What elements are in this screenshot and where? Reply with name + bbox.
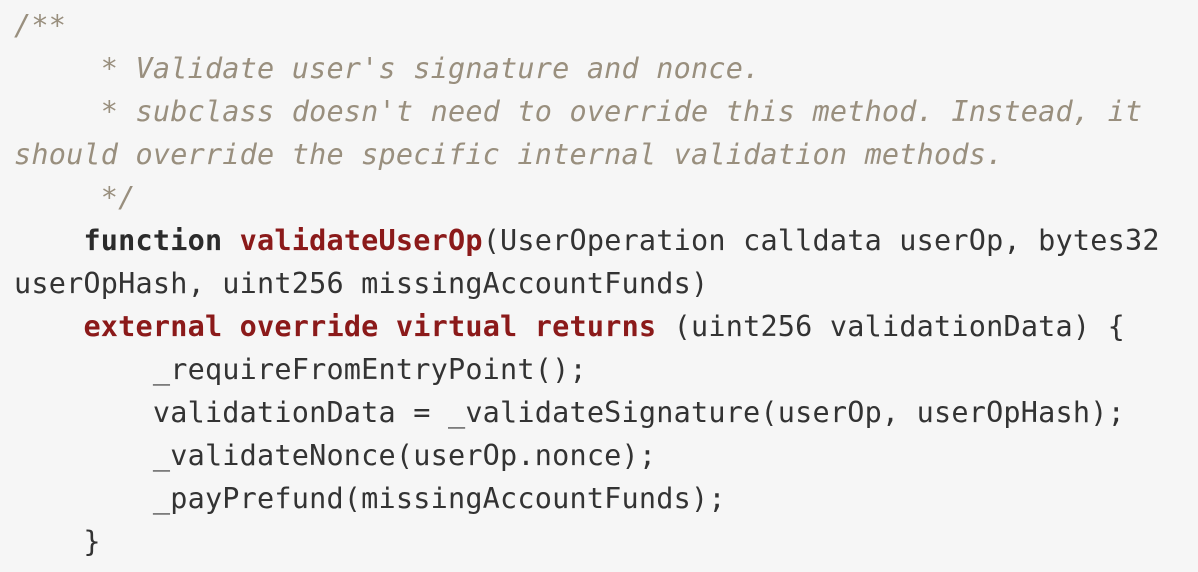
code-line-5: */ xyxy=(14,176,1198,219)
code-line-12: _payPrefund(missingAccountFunds); xyxy=(14,477,1198,520)
code-line-11: _validateNonce(userOp.nonce); xyxy=(14,434,1198,477)
code-line-1: /** xyxy=(14,4,1198,47)
code-line-2: * Validate user's signature and nonce. xyxy=(14,47,1198,90)
modifier-external: external xyxy=(83,310,223,343)
comment-text: * Validate user's signature and nonce. xyxy=(14,52,761,85)
function-params: (UserOperation calldata userOp, bytes32 xyxy=(482,224,1160,257)
returns-clause: (uint256 validationData) { xyxy=(656,310,1125,343)
code-block: /** * Validate user's signature and nonc… xyxy=(0,0,1198,572)
statement: _validateNonce(userOp.nonce); xyxy=(14,439,657,472)
function-params-cont: userOpHash, uint256 missingAccountFunds) xyxy=(14,267,709,300)
code-line-6: function validateUserOp(UserOperation ca… xyxy=(14,219,1198,262)
modifier-override: override xyxy=(239,310,379,343)
comment-close: */ xyxy=(14,181,136,214)
statement: validationData = _validateSignature(user… xyxy=(14,396,1125,429)
modifier-returns: returns xyxy=(534,310,657,343)
comment-open: /** xyxy=(14,9,67,42)
code-line-9: _requireFromEntryPoint(); xyxy=(14,348,1198,391)
comment-text: * subclass doesn't need to override this… xyxy=(14,95,1143,128)
keyword-function: function xyxy=(83,224,223,257)
code-line-8: external override virtual returns (uint2… xyxy=(14,305,1198,348)
code-line-10: validationData = _validateSignature(user… xyxy=(14,391,1198,434)
modifier-virtual: virtual xyxy=(395,310,518,343)
closing-brace: } xyxy=(14,525,101,558)
code-line-7: userOpHash, uint256 missingAccountFunds) xyxy=(14,262,1198,305)
comment-text: should override the specific internal va… xyxy=(14,138,1004,171)
statement: _requireFromEntryPoint(); xyxy=(14,353,587,386)
code-line-3: * subclass doesn't need to override this… xyxy=(14,90,1198,133)
function-name: validateUserOp xyxy=(239,224,483,257)
statement: _payPrefund(missingAccountFunds); xyxy=(14,482,726,515)
code-line-13: } xyxy=(14,520,1198,563)
code-line-4: should override the specific internal va… xyxy=(14,133,1198,176)
